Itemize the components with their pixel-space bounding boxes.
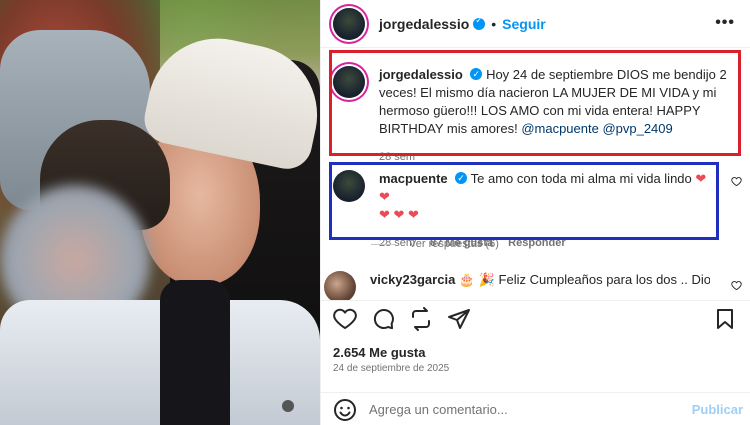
post-actions: 2.654 Me gusta 24 de septiembre de 2025 … — [321, 300, 750, 425]
publish-button[interactable]: Publicar — [692, 402, 743, 417]
send-icon[interactable] — [447, 307, 471, 331]
header-separator: • — [491, 15, 497, 32]
share-icon[interactable] — [409, 307, 433, 331]
instagram-post-view: jorgedalessio • Seguir ••• jorgedalessio… — [0, 0, 750, 425]
header-username[interactable]: jorgedalessio — [379, 16, 469, 32]
comment-highlight-box — [329, 162, 719, 240]
likes-count[interactable]: 2.654 Me gusta — [333, 345, 426, 360]
comment-icon[interactable] — [371, 307, 395, 331]
comment-like-icon[interactable] — [731, 280, 742, 291]
avatar[interactable] — [333, 7, 365, 40]
emoji-icon[interactable] — [333, 398, 357, 422]
comment: vicky23garcia 🎂 🎉 Feliz Cumpleaños para … — [324, 271, 710, 303]
bookmark-icon[interactable] — [713, 307, 737, 331]
avatar[interactable] — [324, 271, 356, 303]
caption-highlight-box — [329, 50, 741, 156]
comment-emoji-icon: 🎂 🎉 — [458, 272, 495, 287]
heart-icon[interactable] — [333, 307, 357, 331]
comment-username[interactable]: vicky23garcia — [370, 272, 455, 287]
post-header: jorgedalessio • Seguir ••• — [321, 0, 750, 48]
replies-divider — [371, 243, 395, 245]
post-photo[interactable] — [0, 0, 320, 425]
add-comment-bar: Agrega un comentario... Publicar — [321, 392, 750, 425]
more-icon[interactable]: ••• — [715, 14, 735, 32]
verified-icon — [473, 16, 486, 30]
comment-like-icon[interactable] — [731, 176, 742, 187]
action-icons — [333, 307, 485, 331]
photo-coat-shadow — [160, 280, 230, 425]
comment-body: vicky23garcia 🎂 🎉 Feliz Cumpleaños para … — [370, 271, 710, 297]
comment-input[interactable]: Agrega un comentario... — [369, 402, 692, 417]
follow-button[interactable]: Seguir — [502, 16, 546, 32]
photo-coat-snap — [282, 400, 294, 412]
post-date[interactable]: 24 de septiembre de 2025 — [333, 363, 449, 374]
comment-text: Feliz Cumpleaños para los dos .. Dios lo… — [498, 272, 710, 287]
